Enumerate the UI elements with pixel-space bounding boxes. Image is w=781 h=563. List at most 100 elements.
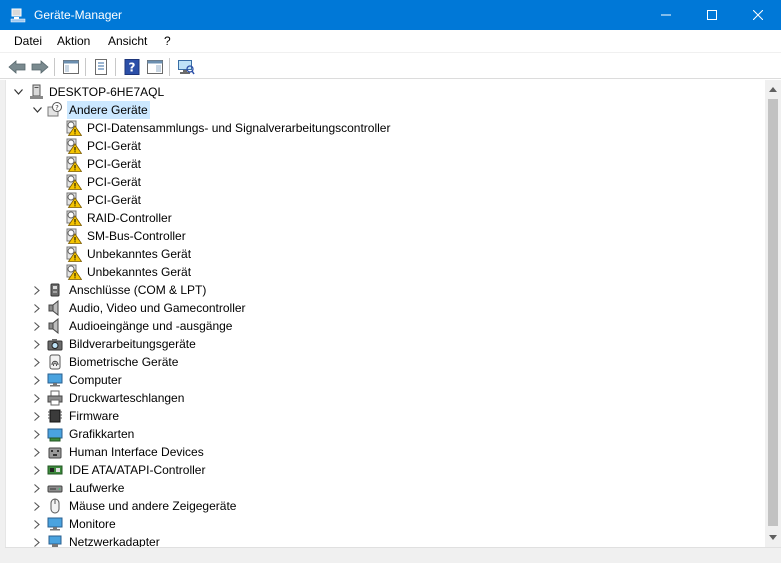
chevron-right-icon[interactable] bbox=[31, 353, 43, 371]
device-label: SM-Bus-Controller bbox=[87, 229, 186, 243]
category-label: Audio, Video und Gamecontroller bbox=[69, 301, 246, 315]
category-item[interactable]: Human Interface Devices bbox=[6, 443, 706, 461]
properties-button[interactable] bbox=[90, 56, 112, 78]
chevron-right-icon[interactable] bbox=[31, 479, 43, 497]
help-icon: ? bbox=[124, 59, 140, 75]
horizontal-scrollbar[interactable] bbox=[5, 547, 781, 563]
show-hide-console-tree-icon bbox=[63, 60, 79, 74]
device-label: PCI-Gerät bbox=[87, 193, 142, 207]
device-item[interactable]: Unbekanntes Gerät bbox=[6, 245, 706, 263]
warning-device-icon bbox=[66, 192, 82, 208]
chevron-right-icon[interactable] bbox=[31, 425, 43, 443]
device-item[interactable]: PCI-Gerät bbox=[6, 173, 706, 191]
category-item[interactable]: Druckwarteschlangen bbox=[6, 389, 706, 407]
category-item[interactable]: Firmware bbox=[6, 407, 706, 425]
category-item[interactable]: Mäuse und andere Zeigegeräte bbox=[6, 497, 706, 515]
maximize-button[interactable] bbox=[689, 0, 735, 30]
firmware-icon bbox=[48, 409, 62, 423]
tree-root[interactable]: DESKTOP-6HE7AQL bbox=[6, 83, 706, 101]
category-label: IDE ATA/ATAPI-Controller bbox=[69, 463, 206, 477]
warning-device-icon bbox=[66, 120, 82, 136]
chevron-down-icon[interactable] bbox=[12, 83, 24, 101]
device-item[interactable]: PCI-Datensammlungs- und Signalverarbeitu… bbox=[6, 119, 706, 137]
device-item[interactable]: PCI-Gerät bbox=[6, 191, 706, 209]
chevron-up-icon bbox=[769, 87, 777, 92]
category-label: Laufwerke bbox=[69, 481, 125, 495]
chevron-right-icon[interactable] bbox=[31, 461, 43, 479]
chevron-right-icon[interactable] bbox=[31, 407, 43, 425]
mouse-icon bbox=[50, 498, 60, 514]
action-pane-button[interactable] bbox=[144, 56, 166, 78]
display-adapter-icon bbox=[47, 428, 63, 442]
device-label: PCI-Gerät bbox=[87, 157, 142, 171]
chevron-right-icon[interactable] bbox=[31, 317, 43, 335]
device-item[interactable]: PCI-Gerät bbox=[6, 137, 706, 155]
chevron-right-icon[interactable] bbox=[31, 371, 43, 389]
chevron-right-icon[interactable] bbox=[31, 335, 43, 353]
chevron-right-icon[interactable] bbox=[31, 515, 43, 533]
warning-device-icon bbox=[66, 156, 82, 172]
category-item[interactable]: Monitore bbox=[6, 515, 706, 533]
category-label: Audioeingänge und -ausgänge bbox=[69, 319, 233, 333]
chevron-right-icon[interactable] bbox=[31, 281, 43, 299]
scroll-up-button[interactable] bbox=[765, 81, 781, 98]
category-item[interactable]: Anschlüsse (COM & LPT) bbox=[6, 281, 706, 299]
close-button[interactable] bbox=[735, 0, 781, 30]
scroll-thumb[interactable] bbox=[768, 99, 778, 526]
device-item[interactable]: RAID-Controller bbox=[6, 209, 706, 227]
chevron-down-icon[interactable] bbox=[31, 101, 43, 119]
disk-drive-icon bbox=[47, 485, 63, 493]
category-item[interactable]: Laufwerke bbox=[6, 479, 706, 497]
tree-root-label: DESKTOP-6HE7AQL bbox=[49, 85, 165, 99]
category-item[interactable]: Computer bbox=[6, 371, 706, 389]
scan-hardware-button[interactable] bbox=[175, 56, 197, 78]
vertical-scrollbar[interactable] bbox=[765, 80, 781, 547]
category-item[interactable]: Biometrische Geräte bbox=[6, 353, 706, 371]
console-tree-button[interactable] bbox=[60, 56, 82, 78]
chevron-right-icon[interactable] bbox=[31, 389, 43, 407]
menu-action[interactable]: Aktion bbox=[51, 30, 96, 52]
close-icon bbox=[753, 10, 763, 20]
minimize-button[interactable] bbox=[643, 0, 689, 30]
help-button[interactable]: ? bbox=[121, 56, 143, 78]
chevron-right-icon[interactable] bbox=[31, 299, 43, 317]
device-item[interactable]: Unbekanntes Gerät bbox=[6, 263, 706, 281]
category-item[interactable]: Audio, Video und Gamecontroller bbox=[6, 299, 706, 317]
back-button[interactable] bbox=[6, 56, 28, 78]
chevron-down-icon bbox=[769, 535, 777, 540]
menu-view[interactable]: Ansicht bbox=[102, 30, 153, 52]
chevron-right-icon[interactable] bbox=[31, 443, 43, 461]
category-label: Bildverarbeitungsgeräte bbox=[69, 337, 196, 351]
menu-help[interactable]: ? bbox=[158, 30, 177, 52]
forward-button[interactable] bbox=[29, 56, 51, 78]
forward-icon bbox=[31, 60, 49, 74]
category-other-devices[interactable]: ? Andere Geräte bbox=[6, 101, 706, 119]
warning-device-icon bbox=[66, 210, 82, 226]
svg-text:?: ? bbox=[55, 104, 59, 112]
minimize-icon bbox=[661, 14, 671, 16]
device-tree[interactable]: DESKTOP-6HE7AQL ? Andere Geräte PCI-Date… bbox=[5, 80, 765, 547]
category-item[interactable]: IDE ATA/ATAPI-Controller bbox=[6, 461, 706, 479]
category-item[interactable]: Audioeingänge und -ausgänge bbox=[6, 317, 706, 335]
category-label: Grafikkarten bbox=[69, 427, 135, 441]
chevron-right-icon[interactable] bbox=[31, 497, 43, 515]
device-label: PCI-Gerät bbox=[87, 175, 142, 189]
window-title: Geräte-Manager bbox=[34, 8, 123, 22]
category-item[interactable]: Bildverarbeitungsgeräte bbox=[6, 335, 706, 353]
menu-file[interactable]: Datei bbox=[8, 30, 48, 52]
chevron-right-icon[interactable] bbox=[31, 533, 43, 547]
category-item[interactable]: Netzwerkadapter bbox=[6, 533, 706, 547]
device-label: PCI-Datensammlungs- und Signalverarbeitu… bbox=[87, 121, 391, 135]
category-label: Computer bbox=[69, 373, 122, 387]
category-item[interactable]: Grafikkarten bbox=[6, 425, 706, 443]
computer-icon bbox=[30, 84, 43, 99]
svg-text:?: ? bbox=[129, 61, 136, 75]
monitor-icon bbox=[47, 517, 63, 531]
device-item[interactable]: SM-Bus-Controller bbox=[6, 227, 706, 245]
camera-icon bbox=[47, 339, 63, 351]
scroll-down-button[interactable] bbox=[765, 529, 781, 546]
device-label: RAID-Controller bbox=[87, 211, 172, 225]
device-label: Unbekanntes Gerät bbox=[87, 247, 192, 261]
device-item[interactable]: PCI-Gerät bbox=[6, 155, 706, 173]
category-label: Firmware bbox=[69, 409, 119, 423]
